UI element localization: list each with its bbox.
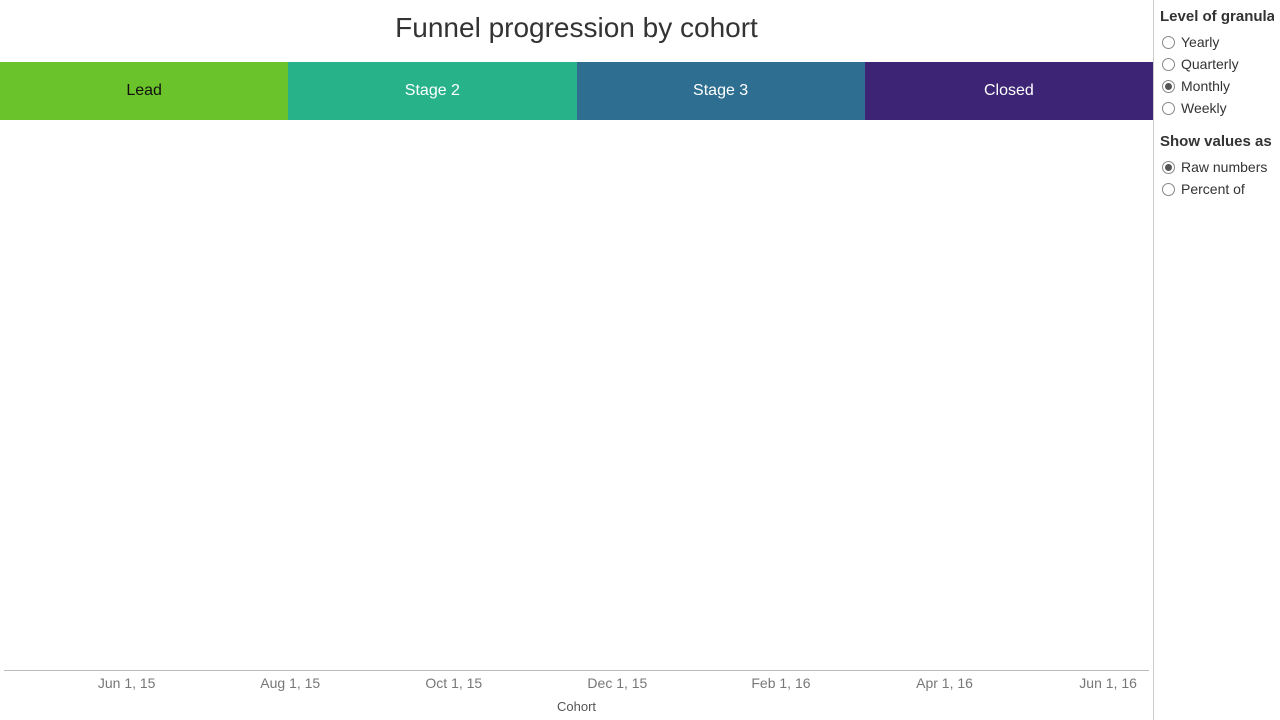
radio-label: Quarterly bbox=[1181, 56, 1239, 72]
radio-icon bbox=[1162, 36, 1175, 49]
granularity-heading: Level of granularity bbox=[1160, 8, 1274, 25]
radio-icon bbox=[1162, 161, 1175, 174]
bars-container bbox=[4, 142, 1149, 671]
legend-item-lead[interactable]: Lead bbox=[0, 62, 288, 120]
radio-label: Weekly bbox=[1181, 100, 1227, 116]
radio-label: Monthly bbox=[1181, 78, 1230, 94]
x-tick: Aug 1, 15 bbox=[260, 675, 320, 691]
granularity-option[interactable]: Weekly bbox=[1160, 97, 1274, 119]
values-option[interactable]: Percent of bbox=[1160, 178, 1274, 200]
radio-icon bbox=[1162, 80, 1175, 93]
granularity-option[interactable]: Yearly bbox=[1160, 31, 1274, 53]
values-option[interactable]: Raw numbers bbox=[1160, 156, 1274, 178]
radio-label: Percent of bbox=[1181, 181, 1245, 197]
x-tick: Jun 1, 16 bbox=[1079, 675, 1137, 691]
legend-item-closed[interactable]: Closed bbox=[865, 62, 1153, 120]
radio-icon bbox=[1162, 102, 1175, 115]
radio-icon bbox=[1162, 58, 1175, 71]
chart-panel: Funnel progression by cohort Lead Stage … bbox=[0, 0, 1154, 720]
x-axis: Jun 1, 15 Aug 1, 15 Oct 1, 15 Dec 1, 15 Feb … bbox=[4, 675, 1149, 697]
legend-item-stage3[interactable]: Stage 3 bbox=[577, 62, 865, 120]
granularity-group: Level of granularity Yearly Quarterly Mont… bbox=[1160, 8, 1274, 119]
x-tick: Feb 1, 16 bbox=[751, 675, 810, 691]
radio-label: Raw numbers bbox=[1181, 159, 1267, 175]
radio-icon bbox=[1162, 183, 1175, 196]
x-tick: Apr 1, 16 bbox=[916, 675, 973, 691]
chart-title: Funnel progression by cohort bbox=[0, 12, 1153, 44]
values-group: Show values as Raw numbers Percent of bbox=[1160, 133, 1274, 200]
x-axis-label: Cohort bbox=[4, 699, 1149, 720]
x-tick: Dec 1, 15 bbox=[587, 675, 647, 691]
plot-area: Jun 1, 15 Aug 1, 15 Oct 1, 15 Dec 1, 15 Feb … bbox=[0, 142, 1153, 720]
x-tick: Jun 1, 15 bbox=[98, 675, 156, 691]
granularity-option[interactable]: Monthly bbox=[1160, 75, 1274, 97]
values-heading: Show values as bbox=[1160, 133, 1274, 150]
radio-label: Yearly bbox=[1181, 34, 1219, 50]
controls-sidebar: Level of granularity Yearly Quarterly Mont… bbox=[1154, 0, 1280, 720]
granularity-option[interactable]: Quarterly bbox=[1160, 53, 1274, 75]
x-tick: Oct 1, 15 bbox=[425, 675, 482, 691]
legend: Lead Stage 2 Stage 3 Closed bbox=[0, 62, 1153, 120]
legend-item-stage2[interactable]: Stage 2 bbox=[288, 62, 576, 120]
